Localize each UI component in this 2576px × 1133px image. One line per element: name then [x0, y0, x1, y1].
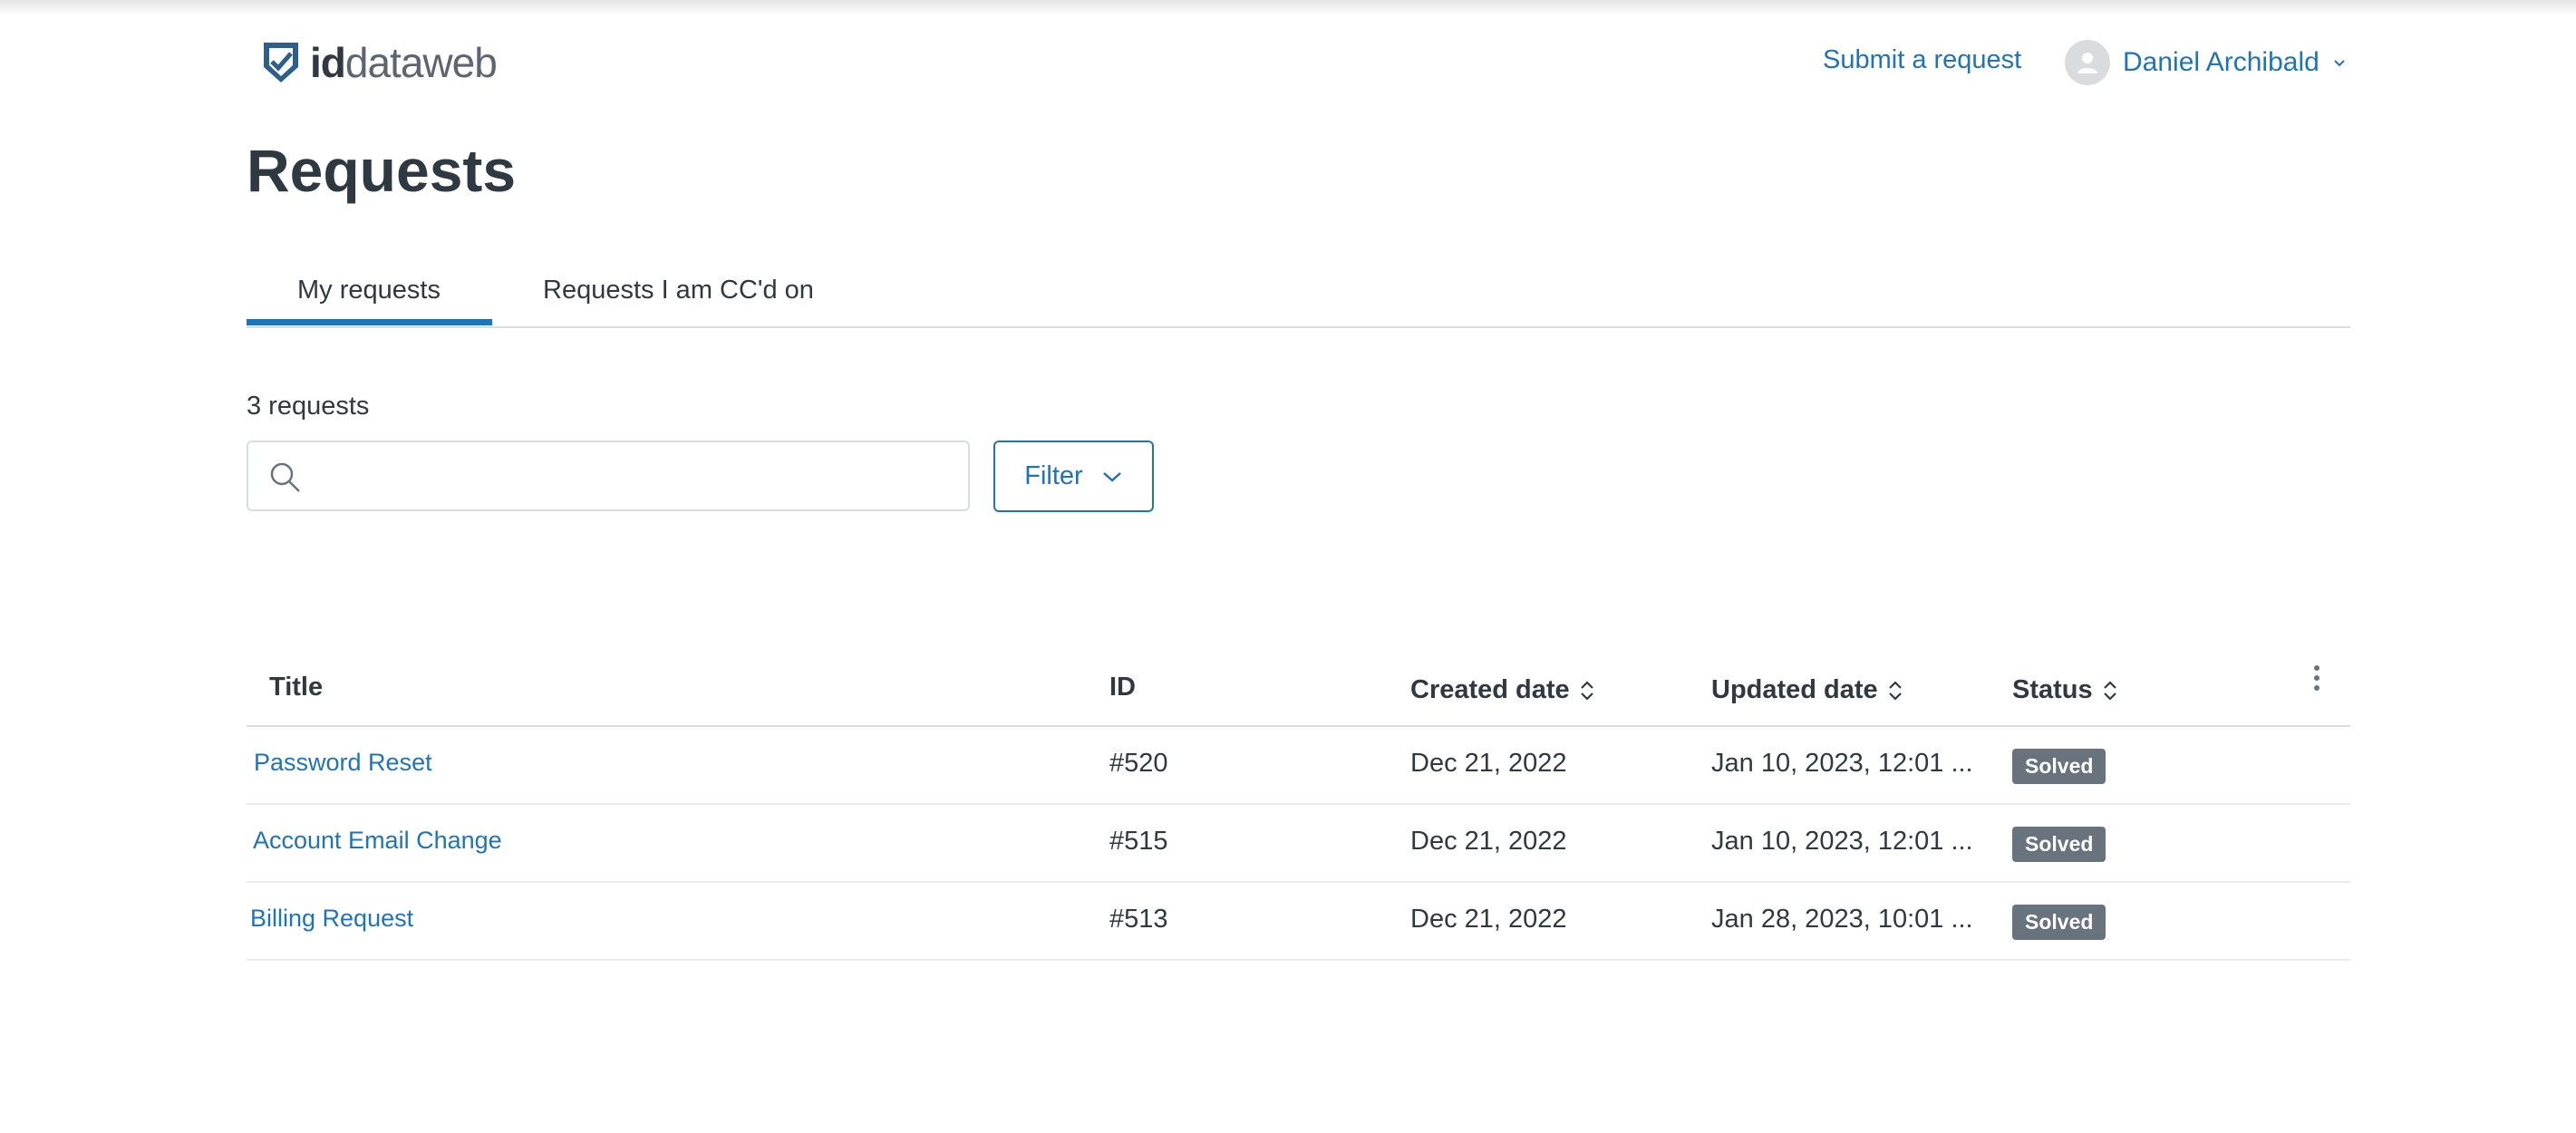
column-header-updated[interactable]: Updated date [1711, 675, 1903, 705]
search-icon [270, 462, 300, 492]
column-id-label: ID [1109, 673, 1136, 702]
active-tab-indicator [247, 319, 492, 325]
table-row: Billing Request #513 Dec 21, 2022 Jan 28… [247, 883, 2350, 961]
status-badge: Solved [2012, 905, 2106, 940]
table-row: Account Email Change #515 Dec 21, 2022 J… [247, 805, 2350, 883]
request-id: #515 [1109, 827, 1168, 856]
logo[interactable]: iddataweb [261, 39, 498, 86]
updated-date: Jan 10, 2023, 12:01 ... [1711, 749, 1973, 778]
updated-date: Jan 10, 2023, 12:01 ... [1711, 827, 1973, 856]
filter-label: Filter [1024, 461, 1083, 490]
column-created-label: Created date [1410, 675, 1570, 704]
user-avatar-icon [2077, 53, 2097, 73]
search-box [247, 441, 970, 511]
chevron-down-icon [2334, 60, 2345, 67]
filter-button[interactable]: Filter [993, 441, 1154, 512]
shield-logo-icon [264, 43, 298, 82]
user-name: Daniel Archibald [2123, 47, 2319, 77]
column-header-title: Title [269, 673, 323, 702]
logo-text: iddataweb [310, 39, 498, 86]
column-status-label: Status [2012, 675, 2093, 704]
request-count: 3 requests [247, 392, 370, 421]
sort-icon [1580, 680, 1593, 701]
status-badge: Solved [2012, 749, 2106, 784]
submit-request-link[interactable]: Submit a request [1823, 45, 2021, 75]
logo-bold: id [310, 39, 346, 86]
sort-icon [1888, 680, 1902, 701]
request-title-link[interactable]: Billing Request [250, 905, 413, 933]
user-menu[interactable]: Daniel Archibald [2065, 40, 2347, 85]
sort-icon [2103, 680, 2116, 701]
column-header-id: ID [1109, 673, 1136, 702]
chevron-down-icon [1102, 471, 1121, 482]
page-title: Requests [247, 137, 517, 204]
column-updated-label: Updated date [1711, 675, 1878, 704]
requests-table: Title ID Created date Updated date Statu… [247, 653, 2350, 961]
logo-light: dataweb [344, 39, 498, 86]
request-title-link[interactable]: Password Reset [254, 749, 432, 777]
column-title-label: Title [269, 673, 324, 702]
updated-date: Jan 28, 2023, 10:01 ... [1711, 905, 1973, 934]
tab-cc-requests[interactable]: Requests I am CC'd on [543, 276, 814, 305]
tab-my-requests[interactable]: My requests [297, 276, 441, 305]
column-header-created[interactable]: Created date [1410, 675, 1595, 705]
created-date: Dec 21, 2022 [1410, 827, 1567, 856]
created-date: Dec 21, 2022 [1410, 905, 1567, 934]
search-input[interactable] [321, 451, 959, 502]
request-id: #520 [1109, 749, 1168, 778]
table-row: Password Reset #520 Dec 21, 2022 Jan 10,… [247, 727, 2350, 805]
table-header: Title ID Created date Updated date Statu… [247, 653, 2350, 727]
avatar [2065, 40, 2110, 85]
created-date: Dec 21, 2022 [1410, 749, 1567, 778]
more-vertical-icon[interactable] [2312, 665, 2321, 695]
request-title-link[interactable]: Account Email Change [253, 827, 502, 855]
request-id: #513 [1109, 905, 1168, 934]
status-badge: Solved [2012, 827, 2106, 862]
header: iddataweb Submit a request Daniel Archib… [0, 0, 2576, 127]
column-header-status[interactable]: Status [2012, 675, 2118, 705]
tab-list: My requests Requests I am CC'd on [247, 263, 2350, 328]
